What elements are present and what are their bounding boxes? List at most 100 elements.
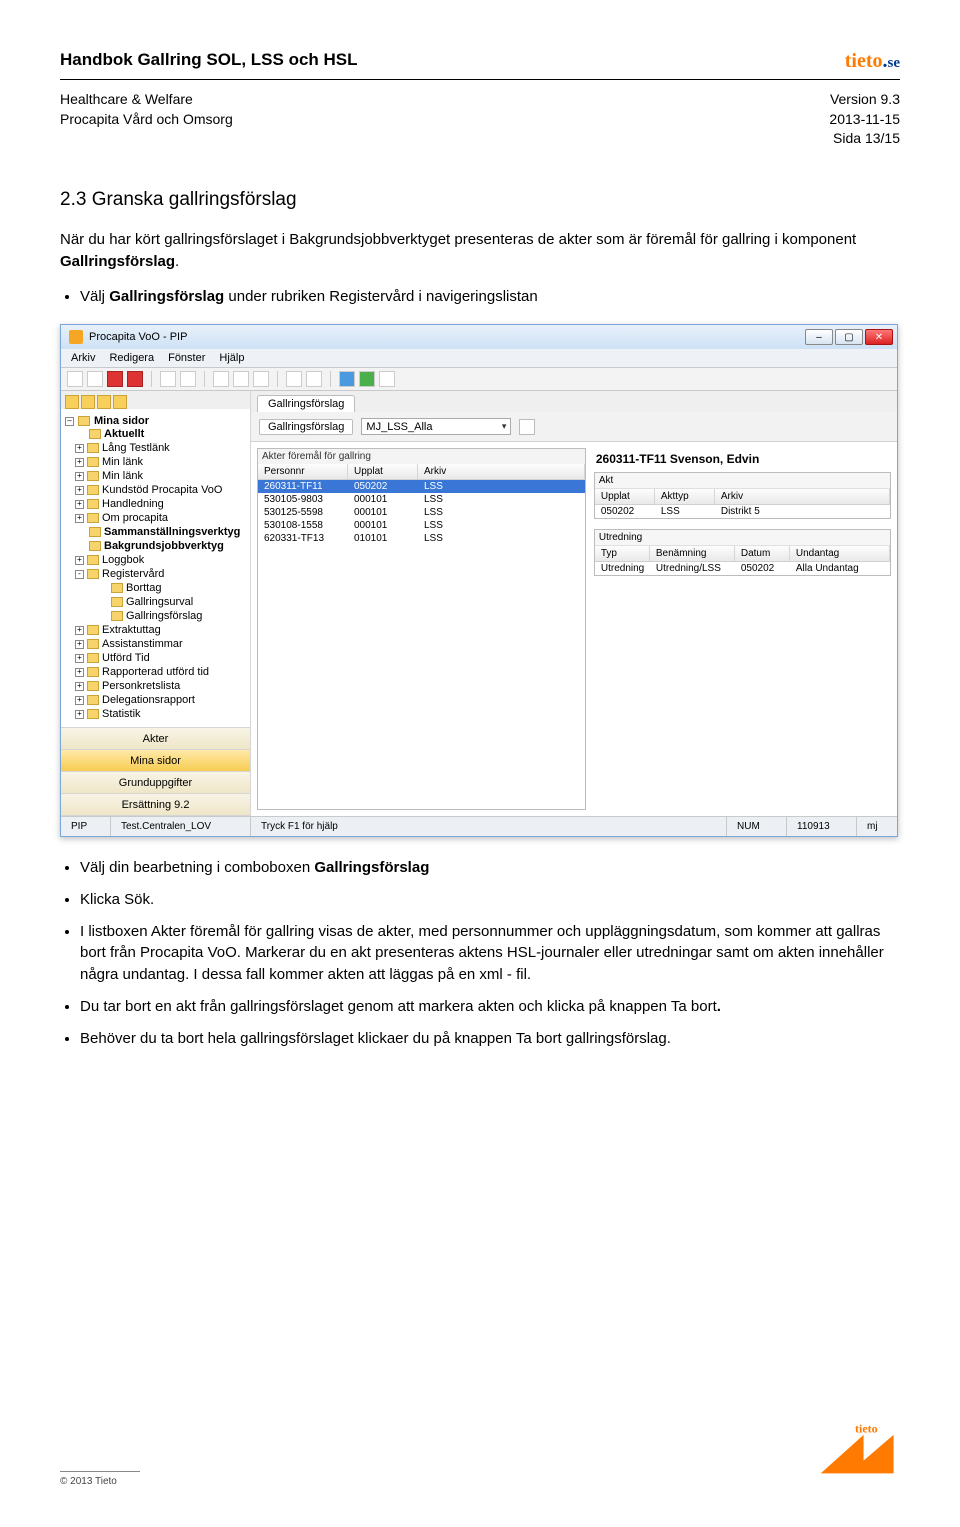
menu-redigera[interactable]: Redigera xyxy=(109,352,154,364)
tree-item[interactable]: Gallringsförslag xyxy=(75,609,246,623)
minimize-button[interactable]: – xyxy=(805,329,833,345)
titlebar[interactable]: Procapita VoO - PIP – ▢ ✕ xyxy=(61,325,897,349)
folder-icon xyxy=(87,667,99,677)
nav-button[interactable]: Grunduppgifter xyxy=(61,772,250,794)
tree-item[interactable]: +Personkretslista xyxy=(75,679,246,693)
tree-item[interactable]: Aktuellt xyxy=(75,427,246,441)
list-row[interactable]: 530105-9803000101LSS xyxy=(258,493,585,506)
tree-item[interactable]: +Min länk xyxy=(75,455,246,469)
sidetab-icon[interactable] xyxy=(97,395,111,409)
tool-icon[interactable] xyxy=(286,371,302,387)
help-icon[interactable] xyxy=(359,371,375,387)
folder-icon xyxy=(87,485,99,495)
menu-hjalp[interactable]: Hjälp xyxy=(219,352,244,364)
search-icon[interactable] xyxy=(180,371,196,387)
utr-col-benamning[interactable]: Benämning xyxy=(650,546,735,561)
close-button[interactable]: ✕ xyxy=(865,329,893,345)
tree-item[interactable]: Bakgrundsjobbverktyg xyxy=(75,539,246,553)
tool-icon[interactable] xyxy=(253,371,269,387)
tree-expand-icon[interactable]: + xyxy=(75,458,84,467)
tool-icon[interactable] xyxy=(306,371,322,387)
tool-icon[interactable] xyxy=(160,371,176,387)
subtab-gallringsforslag[interactable]: Gallringsförslag xyxy=(259,419,353,435)
tree-expand-icon[interactable]: + xyxy=(75,486,84,495)
tree-item[interactable]: +Kundstöd Procapita VoO xyxy=(75,483,246,497)
delete-icon[interactable] xyxy=(107,371,123,387)
tree-label: Sammanställningsverktyg xyxy=(104,526,240,538)
tree-expand-icon[interactable]: + xyxy=(75,444,84,453)
tree-item[interactable]: +Utförd Tid xyxy=(75,651,246,665)
col-personnr[interactable]: Personnr xyxy=(258,464,348,479)
tool-icon[interactable] xyxy=(87,371,103,387)
utr-col-datum[interactable]: Datum xyxy=(735,546,790,561)
tree-expand-icon[interactable]: + xyxy=(75,668,84,677)
akt-cell: LSS xyxy=(655,505,715,518)
utr-col-typ[interactable]: Typ xyxy=(595,546,650,561)
list-row[interactable]: 530108-1558000101LSS xyxy=(258,519,585,532)
nav-button[interactable]: Ersättning 9.2 xyxy=(61,794,250,816)
nav-button[interactable]: Mina sidor xyxy=(61,750,250,772)
tab-gallringsforslag[interactable]: Gallringsförslag xyxy=(257,395,355,412)
sidetab-icon[interactable] xyxy=(81,395,95,409)
tree-expand-icon[interactable]: + xyxy=(75,654,84,663)
tool-icon[interactable] xyxy=(379,371,395,387)
tree-collapse-icon[interactable]: – xyxy=(65,417,74,426)
tree-item[interactable]: +Rapporterad utförd tid xyxy=(75,665,246,679)
list-cell: LSS xyxy=(418,493,585,506)
tree-expand-icon[interactable]: + xyxy=(75,514,84,523)
search-button[interactable] xyxy=(519,419,535,435)
akt-col-akttyp[interactable]: Akttyp xyxy=(655,489,715,504)
tool-icon[interactable] xyxy=(67,371,83,387)
tree-expand-icon[interactable]: + xyxy=(75,640,84,649)
tree-item[interactable]: +Assistanstimmar xyxy=(75,637,246,651)
tree-expand-icon[interactable]: + xyxy=(75,710,84,719)
delete-icon[interactable] xyxy=(127,371,143,387)
tree-expand-icon[interactable]: + xyxy=(75,626,84,635)
status-pip: PIP xyxy=(61,817,111,836)
intro-c: . xyxy=(175,253,179,270)
tree-item[interactable]: +Statistik xyxy=(75,707,246,721)
list-row[interactable]: 620331-TF13010101LSS xyxy=(258,532,585,545)
tree-expand-icon[interactable]: + xyxy=(75,500,84,509)
list-row[interactable]: 260311-TF11050202LSS xyxy=(258,480,585,493)
tree-item[interactable]: +Handledning xyxy=(75,497,246,511)
sidetab-icon[interactable] xyxy=(113,395,127,409)
folder-icon xyxy=(78,416,90,426)
tree-expand-icon[interactable]: + xyxy=(75,696,84,705)
tree-item[interactable]: +Min länk xyxy=(75,469,246,483)
status-user: mj xyxy=(857,817,897,836)
utr-row[interactable]: Utredning Utredning/LSS 050202 Alla Unda… xyxy=(595,562,890,575)
after-bullet-4: Du tar bort en akt från gallringsförslag… xyxy=(80,996,900,1018)
tree-expand-icon[interactable]: + xyxy=(75,682,84,691)
tool-icon[interactable] xyxy=(213,371,229,387)
tree-item[interactable]: Gallringsurval xyxy=(75,595,246,609)
col-upplat[interactable]: Upplat xyxy=(348,464,418,479)
tree-root[interactable]: Mina sidor xyxy=(94,415,149,427)
tree-item[interactable]: +Loggbok xyxy=(75,553,246,567)
col-arkiv[interactable]: Arkiv xyxy=(418,464,585,479)
tree-item[interactable]: +Delegationsrapport xyxy=(75,693,246,707)
tree-item[interactable]: +Om procapita xyxy=(75,511,246,525)
tree-item[interactable]: Sammanställningsverktyg xyxy=(75,525,246,539)
akt-col-arkiv[interactable]: Arkiv xyxy=(715,489,890,504)
gallringsforslag-combo[interactable]: MJ_LSS_Alla xyxy=(361,418,511,435)
tree-item[interactable]: Borttag xyxy=(75,581,246,595)
tool-icon[interactable] xyxy=(233,371,249,387)
tree-item[interactable]: -Registervård xyxy=(75,567,246,581)
akt-col-upplat[interactable]: Upplat xyxy=(595,489,655,504)
maximize-button[interactable]: ▢ xyxy=(835,329,863,345)
tree-item[interactable]: +Lång Testlänk xyxy=(75,441,246,455)
info-icon[interactable] xyxy=(339,371,355,387)
tree-expand-icon[interactable]: + xyxy=(75,556,84,565)
tree-collapse-icon[interactable]: - xyxy=(75,570,84,579)
utr-col-undantag[interactable]: Undantag xyxy=(790,546,890,561)
nav-button[interactable]: Akter xyxy=(61,728,250,750)
list-row[interactable]: 530125-5598000101LSS xyxy=(258,506,585,519)
tree-expand-icon[interactable]: + xyxy=(75,472,84,481)
sidetab-icon[interactable] xyxy=(65,395,79,409)
akt-row[interactable]: 050202 LSS Distrikt 5 xyxy=(595,505,890,518)
menu-fonster[interactable]: Fönster xyxy=(168,352,205,364)
window-title: Procapita VoO - PIP xyxy=(89,331,187,343)
tree-item[interactable]: +Extraktuttag xyxy=(75,623,246,637)
menu-arkiv[interactable]: Arkiv xyxy=(71,352,95,364)
